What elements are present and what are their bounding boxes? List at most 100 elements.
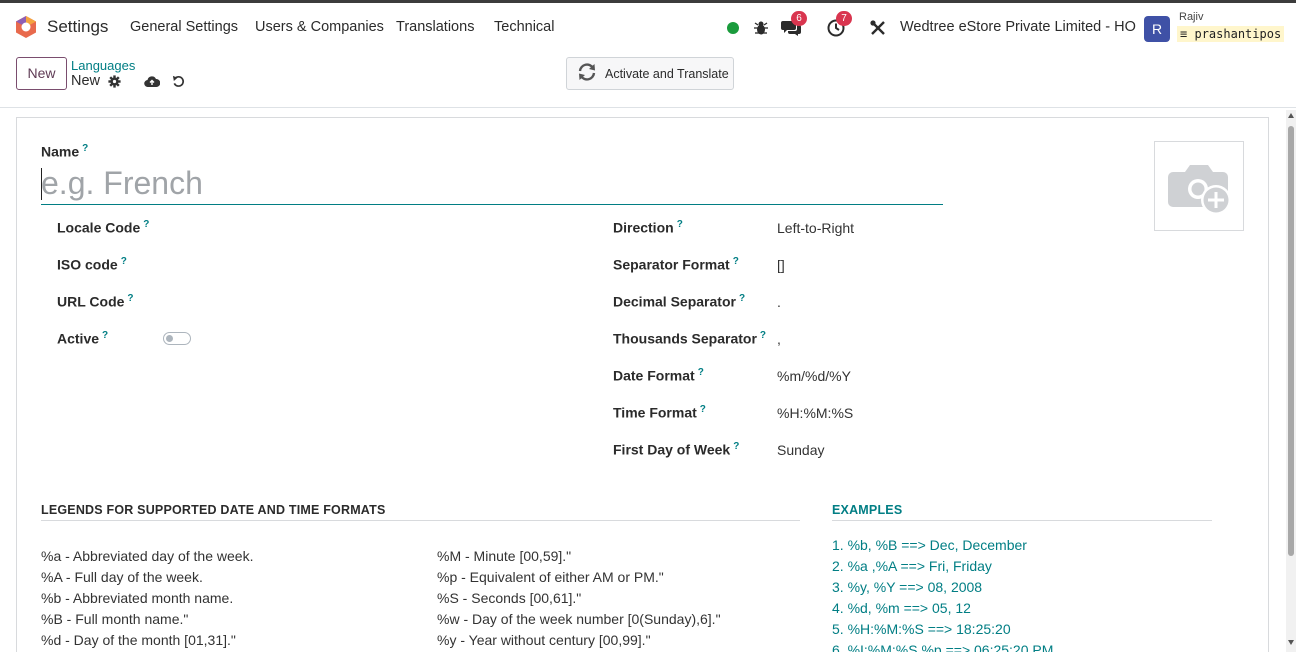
discard-icon[interactable] [171, 74, 185, 88]
direction-label: Direction? [613, 219, 683, 236]
legend-item: %b - Abbreviated month name. [41, 590, 234, 606]
avatar[interactable]: R [1144, 16, 1170, 42]
control-panel: New Languages New Activate and Translate [0, 50, 1296, 108]
active-toggle[interactable] [163, 332, 191, 345]
examples-divider [832, 520, 1212, 521]
help-tooltip-icon[interactable]: ? [143, 219, 149, 230]
thousands-separator-label: Thousands Separator? [613, 330, 766, 347]
messages-icon[interactable]: 6 [780, 11, 807, 39]
database-label: prashantipos [1194, 27, 1282, 41]
time-format-label: Time Format? [613, 404, 706, 421]
legend-item: %a - Abbreviated day of the week. [41, 548, 254, 564]
legend-item: %d - Day of the month [01,31]." [41, 632, 236, 648]
separator-format-field[interactable]: [] [777, 257, 785, 273]
decimal-separator-field[interactable]: . [777, 294, 781, 310]
field-label-text: Thousands Separator [613, 330, 757, 347]
time-format-field[interactable]: %H:%M:%S [777, 405, 853, 421]
breadcrumb-languages[interactable]: Languages [71, 58, 135, 73]
examples-title: EXAMPLES [832, 503, 903, 517]
refresh-icon [577, 63, 597, 84]
menu-users-companies[interactable]: Users & Companies [255, 19, 384, 35]
field-label-text: Direction [613, 219, 674, 236]
help-tooltip-icon[interactable]: ? [102, 330, 108, 341]
activate-translate-button[interactable]: Activate and Translate [566, 57, 734, 90]
company-switcher[interactable]: Wedtree eStore Private Limited - HO [900, 19, 1136, 35]
example-item: 4. %d, %m ==> 05, 12 [832, 600, 971, 616]
help-tooltip-icon[interactable]: ? [760, 330, 766, 341]
help-tooltip-icon[interactable]: ? [677, 219, 683, 230]
first-day-of-week-label: First Day of Week? [613, 441, 739, 458]
example-item: 2. %a ,%A ==> Fri, Friday [832, 558, 992, 574]
field-label-text: Locale Code [57, 219, 141, 236]
decimal-separator-label: Decimal Separator? [613, 293, 745, 310]
active-label: Active? [57, 330, 108, 347]
help-tooltip-icon[interactable]: ? [700, 404, 706, 415]
legend-item: %A - Full day of the week. [41, 569, 203, 585]
activate-translate-label: Activate and Translate [605, 66, 729, 81]
url-code-label: URL Code? [57, 293, 134, 310]
help-tooltip-icon[interactable]: ? [82, 143, 88, 154]
name-label: Name? [41, 143, 88, 160]
first-day-of-week-select[interactable]: Sunday [777, 442, 824, 458]
legend-item: %S - Seconds [00,61]." [437, 590, 582, 606]
field-label-text: Active [57, 330, 100, 347]
field-label-text: ISO code [57, 256, 118, 273]
database-name: ≡ prashantipos [1177, 26, 1285, 42]
legend-item: %y - Year without century [00,99]." [437, 632, 651, 648]
menu-general-settings[interactable]: General Settings [130, 19, 238, 35]
page-scrollbar[interactable] [1286, 110, 1296, 652]
help-tooltip-icon[interactable]: ? [733, 441, 739, 452]
date-format-field[interactable]: %m/%d/%Y [777, 368, 851, 384]
locale-code-label: Locale Code? [57, 219, 149, 236]
legend-item: %w - Day of the week number [0(Sunday),6… [437, 611, 721, 627]
field-label-text: Date Format [613, 367, 695, 384]
field-label-text: Separator Format [613, 256, 730, 273]
help-tooltip-icon[interactable]: ? [739, 293, 745, 304]
app-logo-icon[interactable] [14, 15, 38, 39]
help-tooltip-icon[interactable]: ? [698, 367, 704, 378]
legend-item: %p - Equivalent of either AM or PM." [437, 569, 664, 585]
breadcrumb-current: New [71, 73, 101, 89]
activity-clock-icon[interactable]: 7 [825, 11, 852, 39]
example-item: 5. %H:%M:%S ==> 18:25:20 [832, 621, 1011, 637]
legends-divider [41, 520, 800, 521]
camera-add-icon [1168, 165, 1231, 215]
new-button[interactable]: New [16, 57, 67, 90]
scroll-down-icon[interactable] [1288, 640, 1294, 645]
scroll-up-icon[interactable] [1288, 113, 1294, 118]
help-tooltip-icon[interactable]: ? [121, 256, 127, 267]
legend-item: %M - Minute [00,59]." [437, 548, 572, 564]
name-input[interactable] [41, 163, 943, 205]
gear-icon[interactable] [107, 74, 121, 88]
legend-item: %B - Full month name." [41, 611, 189, 627]
separator-format-label: Separator Format? [613, 256, 739, 273]
help-tooltip-icon[interactable]: ? [127, 293, 133, 304]
top-navbar: Settings General Settings Users & Compan… [0, 0, 1296, 50]
legends-title: LEGENDS FOR SUPPORTED DATE AND TIME FORM… [41, 503, 386, 517]
date-format-label: Date Format? [613, 367, 704, 384]
scroll-thumb[interactable] [1288, 126, 1294, 556]
example-item: 1. %b, %B ==> Dec, December [832, 537, 1027, 553]
text-cursor [41, 168, 42, 200]
tools-icon[interactable] [867, 17, 889, 39]
menu-translations[interactable]: Translations [396, 19, 474, 35]
thousands-separator-field[interactable]: , [777, 331, 781, 347]
example-item: 6. %I:%M:%S %p ==> 06:25:20 PM [832, 642, 1054, 652]
field-label-text: First Day of Week [613, 441, 731, 458]
help-tooltip-icon[interactable]: ? [733, 256, 739, 267]
example-item: 3. %y, %Y ==> 08, 2008 [832, 579, 983, 595]
messages-badge: 6 [791, 11, 807, 26]
bug-icon[interactable] [750, 17, 772, 39]
iso-code-label: ISO code? [57, 256, 127, 273]
field-label-text: Decimal Separator [613, 293, 736, 310]
user-name[interactable]: Rajiv [1179, 11, 1203, 23]
online-status-icon [722, 17, 744, 39]
cloud-upload-icon[interactable] [144, 74, 160, 88]
name-label-text: Name [41, 143, 80, 160]
field-label-text: Time Format [613, 404, 697, 421]
menu-technical[interactable]: Technical [494, 19, 554, 35]
direction-select[interactable]: Left-to-Right [777, 220, 854, 236]
image-upload[interactable] [1154, 141, 1244, 231]
activities-badge: 7 [836, 11, 852, 26]
app-name[interactable]: Settings [47, 17, 108, 37]
